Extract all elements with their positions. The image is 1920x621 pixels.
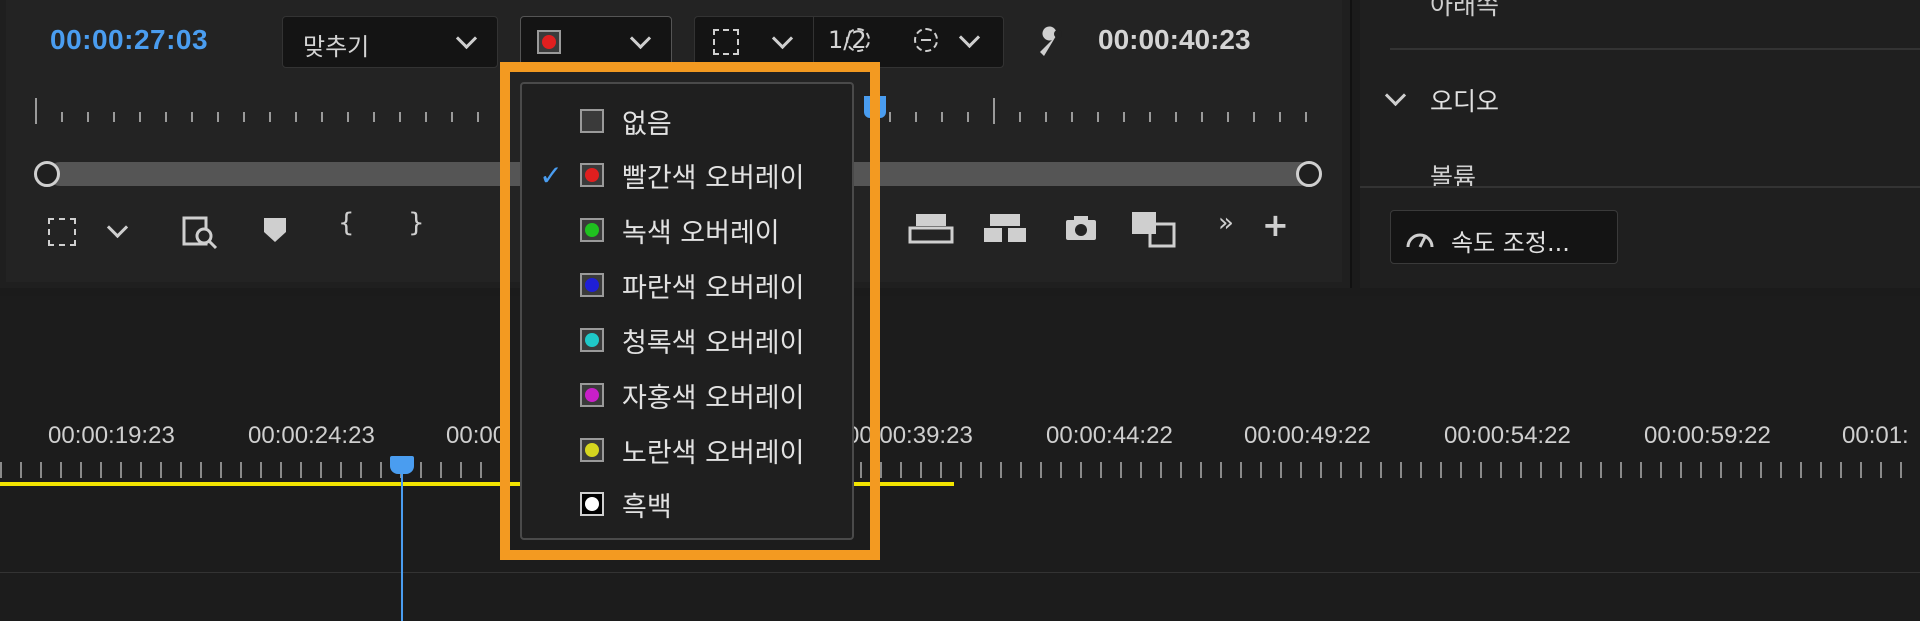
ruler-label: 00:00:54:22 (1444, 422, 1571, 449)
mark-out-icon[interactable]: } (408, 208, 425, 238)
chevron-down-icon (629, 27, 652, 50)
menu-item-magenta-overlay[interactable]: 자홍색 오버레이 (522, 368, 852, 422)
speedometer-icon (1406, 233, 1434, 248)
effect-controls-panel: 아래쪽 오디오 볼륨 속도 조정... (1360, 0, 1920, 288)
lift-icon[interactable] (908, 212, 954, 246)
camera-icon[interactable] (1064, 214, 1098, 242)
menu-item-none[interactable]: 없음 (522, 94, 852, 148)
blue-swatch-icon (580, 273, 604, 297)
divider (1390, 48, 1920, 50)
fit-dropdown[interactable]: 맞추기 (282, 16, 498, 68)
overlay-color-menu: 없음 ✓ 빨간색 오버레이 녹색 오버레이 파란색 오버레이 청록색 오버레이 … (520, 82, 854, 540)
volume-label[interactable]: 볼륨 (1430, 158, 1476, 194)
ruler-label: 00:00 (446, 422, 507, 449)
menu-item-label: 파란색 오버레이 (622, 272, 805, 304)
menu-item-yellow-overlay[interactable]: 노란색 오버레이 (522, 423, 852, 477)
ruler-label: 00:00:44:22 (1046, 422, 1173, 449)
menu-item-cyan-overlay[interactable]: 청록색 오버레이 (522, 313, 852, 367)
timeline-ruler[interactable] (0, 462, 1920, 478)
timeline-playhead-line[interactable] (401, 472, 403, 621)
ruler-label: 00:00:24:23 (248, 422, 375, 449)
ruler-label: 00:00:59:22 (1644, 422, 1771, 449)
overlay-swatch-icon (537, 30, 561, 54)
menu-item-label: 노란색 오버레이 (622, 437, 805, 469)
zoom-handle-left[interactable] (34, 161, 60, 187)
red-swatch-icon (580, 163, 604, 187)
comparison-view-icon[interactable] (1130, 210, 1176, 248)
divider (813, 17, 814, 67)
divider (0, 572, 1920, 573)
ruler-label: 00:00:19:23 (48, 422, 175, 449)
add-button-icon[interactable]: + (1262, 206, 1289, 244)
minus-circle-icon[interactable] (914, 28, 938, 52)
swatch-none-icon (580, 109, 604, 133)
menu-item-label: 녹색 오버레이 (622, 217, 780, 249)
menu-item-label: 청록색 오버레이 (622, 327, 805, 359)
duration-timecode: 00:00:40:23 (1098, 24, 1251, 55)
ruler-label: 00:01: (1842, 422, 1909, 449)
check-icon: ✓ (539, 158, 563, 192)
ruler-label: 00:00:49:22 (1244, 422, 1371, 449)
mark-in-icon[interactable]: { (338, 208, 355, 238)
chevron-down-icon[interactable] (1384, 84, 1407, 107)
magenta-swatch-icon (580, 383, 604, 407)
speed-adjust-label: 속도 조정... (1451, 229, 1570, 257)
selection-zoom-icon[interactable] (48, 218, 76, 246)
green-swatch-icon (580, 218, 604, 242)
safe-margins-icon (713, 29, 739, 55)
overlay-color-dropdown[interactable] (520, 16, 672, 68)
chevron-down-icon (771, 27, 794, 50)
fit-dropdown-label: 맞추기 (303, 33, 370, 61)
zoom-inspect-icon[interactable] (182, 214, 220, 250)
cyan-swatch-icon (580, 328, 604, 352)
menu-item-label: 자홍색 오버레이 (622, 382, 805, 414)
menu-item-red-overlay[interactable]: ✓ 빨간색 오버레이 (522, 148, 852, 202)
add-marker-icon[interactable] (262, 216, 288, 244)
more-controls-icon[interactable]: » (1218, 208, 1234, 238)
speed-adjust-button[interactable]: 속도 조정... (1390, 210, 1618, 264)
zoom-handle-right[interactable] (1296, 161, 1322, 187)
partial-property-label: 아래쪽 (1430, 0, 1500, 20)
extract-icon[interactable] (982, 212, 1028, 246)
current-timecode[interactable]: 00:00:27:03 (50, 24, 208, 56)
timeline-panel: 00:00:19:23 00:00:24:23 00:00 00:00:39:2… (0, 296, 1920, 621)
divider (1360, 186, 1920, 188)
menu-item-label: 빨간색 오버레이 (622, 162, 805, 194)
menu-item-label: 흑백 (622, 491, 672, 523)
audio-section-title[interactable]: 오디오 (1430, 82, 1499, 118)
menu-item-green-overlay[interactable]: 녹색 오버레이 (522, 203, 852, 257)
menu-item-blue-overlay[interactable]: 파란색 오버레이 (522, 258, 852, 312)
menu-item-monochrome[interactable]: 흑백 (522, 477, 852, 531)
circle-dashed-icon (846, 28, 870, 52)
chevron-down-icon (455, 27, 478, 50)
monochrome-swatch-icon (580, 492, 604, 516)
wrench-icon[interactable] (1034, 24, 1068, 58)
yellow-swatch-icon (580, 438, 604, 462)
menu-item-label: 없음 (622, 108, 672, 140)
